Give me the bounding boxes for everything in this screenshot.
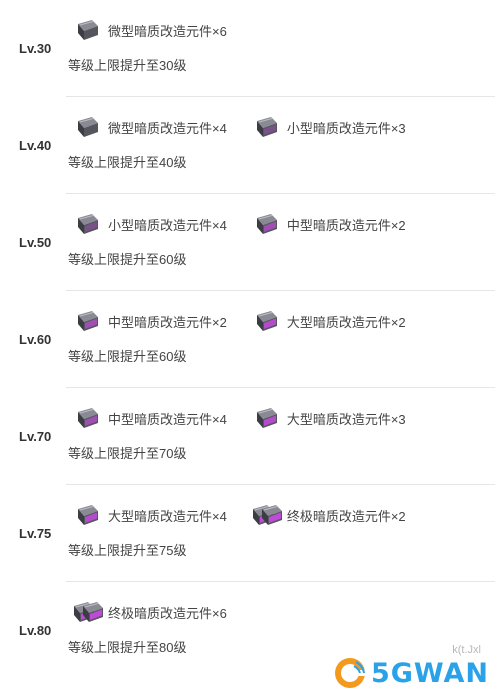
material-item: 大型暗质改造元件×2 — [249, 307, 406, 335]
material-label: 小型暗质改造元件×4 — [108, 217, 227, 233]
material-label: 中型暗质改造元件×4 — [108, 411, 227, 427]
upgrade-row: Lv.60 中型暗质改造元件×2 大型暗质改造元件×2 等级上限提升至60级 — [0, 291, 495, 388]
medium-dark-component-icon — [70, 404, 104, 432]
material-item: 微型暗质改造元件×6 — [70, 16, 227, 44]
material-item: 大型暗质改造元件×4 — [70, 501, 227, 529]
level-label: Lv.80 — [19, 623, 52, 638]
level-cap-description: 等级上限提升至40级 — [68, 155, 187, 170]
level-label: Lv.75 — [19, 526, 52, 541]
material-label: 中型暗质改造元件×2 — [286, 217, 406, 233]
material-item: 终极暗质改造元件×6 — [70, 598, 227, 626]
material-list: 中型暗质改造元件×4 大型暗质改造元件×3 — [70, 404, 406, 432]
large-dark-component-icon — [70, 501, 104, 529]
material-item: 中型暗质改造元件×4 — [70, 404, 227, 432]
upgrade-row: Lv.75 大型暗质改造元件×4 终极暗质改造元件×2 等级上限提升至75级 — [0, 485, 495, 582]
level-label: Lv.40 — [19, 138, 52, 153]
material-label: 中型暗质改造元件×2 — [108, 314, 227, 330]
material-label: 微型暗质改造元件×6 — [108, 23, 227, 39]
material-item: 中型暗质改造元件×2 — [249, 210, 406, 238]
upgrade-table: Lv.30 微型暗质改造元件×6 等级上限提升至30级 Lv.40 微型暗质改造元件… — [0, 0, 495, 679]
material-list: 中型暗质改造元件×2 大型暗质改造元件×2 — [70, 307, 406, 335]
upgrade-row: Lv.30 微型暗质改造元件×6 等级上限提升至30级 — [0, 0, 495, 97]
level-label: Lv.50 — [19, 235, 52, 250]
material-label: 终极暗质改造元件×6 — [108, 605, 227, 621]
level-cap-description: 等级上限提升至80级 — [68, 640, 187, 655]
material-list: 微型暗质改造元件×4 小型暗质改造元件×3 — [70, 113, 406, 141]
ultimate-dark-component-icon — [249, 501, 283, 529]
level-cap-description: 等级上限提升至60级 — [68, 349, 187, 364]
material-label: 小型暗质改造元件×3 — [286, 120, 406, 136]
material-label: 终极暗质改造元件×2 — [286, 508, 406, 524]
upgrade-row: Lv.70 中型暗质改造元件×4 大型暗质改造元件×3 等级上限提升至70级 — [0, 388, 495, 485]
watermark-text: 5GWAN — [370, 657, 489, 689]
medium-dark-component-icon — [249, 210, 283, 238]
5gwan-logo-icon — [334, 658, 365, 688]
level-cap-description: 等级上限提升至75级 — [68, 543, 187, 558]
material-item: 小型暗质改造元件×3 — [249, 113, 406, 141]
material-list: 大型暗质改造元件×4 终极暗质改造元件×2 — [70, 501, 406, 529]
material-list: 微型暗质改造元件×6 — [70, 16, 227, 44]
small-dark-component-icon — [70, 210, 104, 238]
level-cap-description: 等级上限提升至70级 — [68, 446, 187, 461]
large-dark-component-icon — [249, 404, 283, 432]
large-dark-component-icon — [249, 307, 283, 335]
material-item: 微型暗质改造元件×4 — [70, 113, 227, 141]
micro-dark-component-icon — [70, 16, 104, 44]
material-list: 小型暗质改造元件×4 中型暗质改造元件×2 — [70, 210, 406, 238]
material-label: 大型暗质改造元件×2 — [286, 314, 406, 330]
material-label: 微型暗质改造元件×4 — [108, 120, 227, 136]
level-cap-description: 等级上限提升至60级 — [68, 252, 187, 267]
material-label: 大型暗质改造元件×4 — [108, 508, 227, 524]
material-item: 大型暗质改造元件×3 — [249, 404, 406, 432]
level-cap-description: 等级上限提升至30级 — [68, 58, 187, 73]
level-label: Lv.60 — [19, 332, 52, 347]
material-item: 中型暗质改造元件×2 — [70, 307, 227, 335]
upgrade-row: Lv.50 小型暗质改造元件×4 中型暗质改造元件×2 等级上限提升至60级 — [0, 194, 495, 291]
medium-dark-component-icon — [70, 307, 104, 335]
ultimate-dark-component-icon — [70, 598, 104, 626]
material-list: 终极暗质改造元件×6 — [70, 598, 227, 626]
level-label: Lv.70 — [19, 429, 52, 444]
watermark: 5GWAN — [333, 656, 489, 690]
watermark-small-text: k(t.Jxl — [452, 644, 481, 656]
micro-dark-component-icon — [70, 113, 104, 141]
material-label: 大型暗质改造元件×3 — [286, 411, 406, 427]
upgrade-row: Lv.40 微型暗质改造元件×4 小型暗质改造元件×3 等级上限提升至40级 — [0, 97, 495, 194]
level-label: Lv.30 — [19, 41, 52, 56]
small-dark-component-icon — [249, 113, 283, 141]
material-item: 小型暗质改造元件×4 — [70, 210, 227, 238]
material-item: 终极暗质改造元件×2 — [249, 501, 406, 529]
